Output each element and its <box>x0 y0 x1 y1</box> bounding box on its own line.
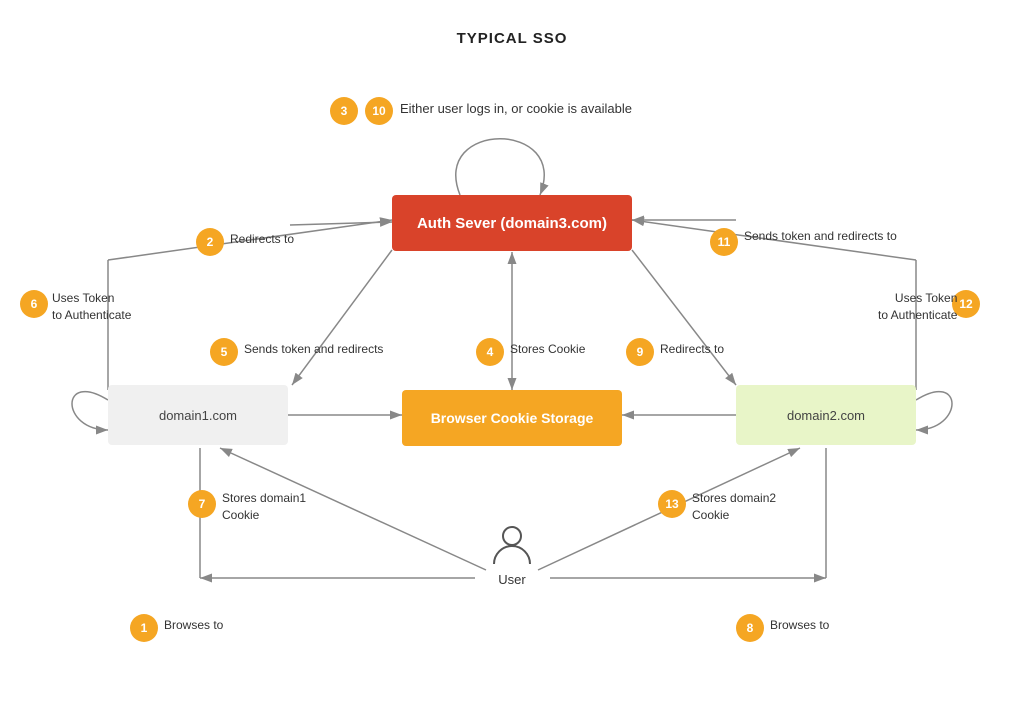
step-12-label: Uses Tokento Authenticate <box>878 290 957 324</box>
step-3-badge: 3 <box>330 97 358 125</box>
step-7-badge: 7 <box>188 490 216 518</box>
cookie-storage-box: Browser Cookie Storage <box>402 390 622 446</box>
step-4-label: Stores Cookie <box>510 342 585 358</box>
auth-server-box: Auth Sever (domain3.com) <box>392 195 632 251</box>
step-8-label: Browses to <box>770 618 829 634</box>
step-6-badge: 6 <box>20 290 48 318</box>
step-1-label: Browses to <box>164 618 223 634</box>
step-4-badge: 4 <box>476 338 504 366</box>
domain1-box: domain1.com <box>108 385 288 445</box>
step-13-badge: 13 <box>658 490 686 518</box>
user-icon <box>488 520 536 568</box>
step-11-badge: 11 <box>710 228 738 256</box>
step-6-label: Uses Tokento Authenticate <box>52 290 131 324</box>
domain2-box: domain2.com <box>736 385 916 445</box>
step-1-badge: 1 <box>130 614 158 642</box>
step-9-label: Redirects to <box>660 342 724 358</box>
step-10-badge: 10 <box>365 97 393 125</box>
step-5-badge: 5 <box>210 338 238 366</box>
diagram-container: TYPICAL SSO <box>0 0 1024 714</box>
step-13-label: Stores domain2Cookie <box>692 490 776 524</box>
page-title: TYPICAL SSO <box>0 30 1024 47</box>
step-9-badge: 9 <box>626 338 654 366</box>
step-2-badge: 2 <box>196 228 224 256</box>
step-2-label: Redirects to <box>230 232 294 248</box>
step-3-10-label: Either user logs in, or cookie is availa… <box>400 101 632 118</box>
user-label: User <box>498 572 525 587</box>
step-11-label: Sends token and redirects to <box>744 228 897 245</box>
step-7-label: Stores domain1Cookie <box>222 490 306 524</box>
user-box: User <box>462 520 562 587</box>
step-5-label: Sends token and redirects <box>244 342 383 358</box>
step-8-badge: 8 <box>736 614 764 642</box>
